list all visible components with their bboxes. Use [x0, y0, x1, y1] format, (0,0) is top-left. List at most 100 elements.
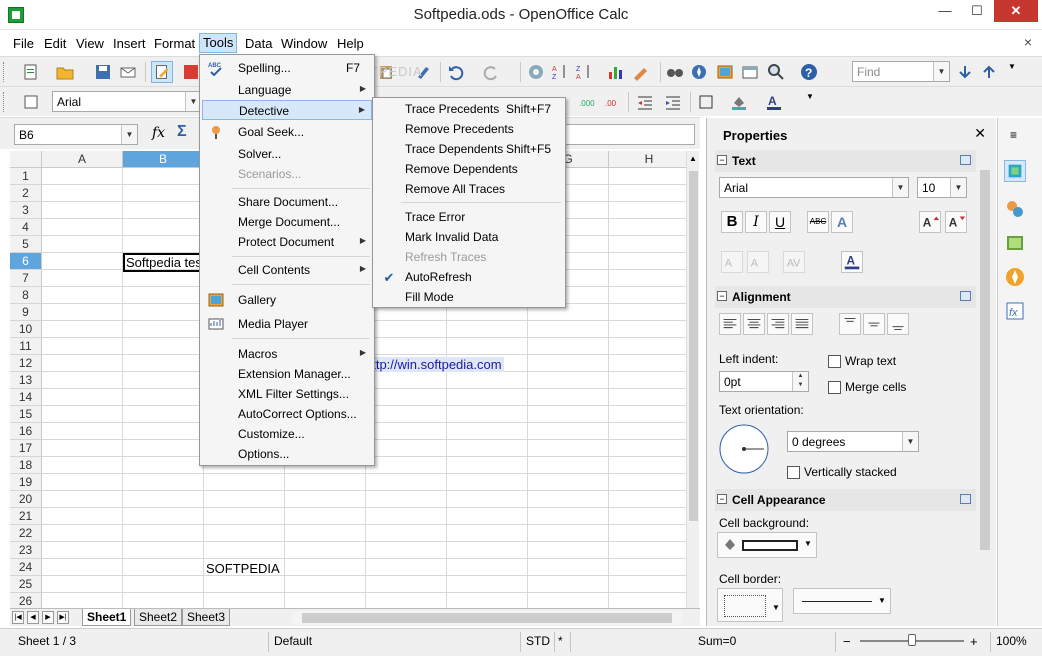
next-sheet-icon[interactable]: ▶ — [42, 611, 54, 624]
menu-item-spelling[interactable]: ABC Spelling... F7 — [202, 58, 372, 78]
align-middle-icon[interactable] — [863, 313, 885, 335]
increase-indent-icon[interactable] — [664, 93, 682, 111]
font-color-icon[interactable]: A — [765, 93, 783, 111]
menu-item-remove-precedents[interactable]: Remove Precedents — [375, 119, 563, 139]
menu-item-remove-dependents[interactable]: Remove Dependents — [375, 159, 563, 179]
chevron-down-icon[interactable]: ▼ — [804, 539, 812, 548]
scrollbar-thumb[interactable] — [980, 170, 990, 550]
menu-item-fill-mode[interactable]: Fill Mode — [375, 287, 563, 307]
sheet-tab-3[interactable]: Sheet3 — [182, 609, 231, 626]
column-header-b[interactable]: B — [123, 151, 204, 168]
menu-item-trace-error[interactable]: Trace Error — [375, 207, 563, 227]
close-document-button[interactable]: × — [1024, 34, 1032, 50]
zoom-icon[interactable] — [767, 63, 785, 81]
menu-item-media-player[interactable]: Media Player — [202, 314, 372, 334]
zoom-slider-handle[interactable] — [908, 634, 916, 646]
row-header-20[interactable]: 20 — [10, 491, 42, 508]
zoom-percent[interactable]: 100% — [996, 634, 1027, 648]
more-options-icon[interactable] — [960, 494, 971, 504]
row-header-24[interactable]: 24 — [10, 559, 42, 576]
cell-background-picker[interactable]: ▼ — [717, 532, 817, 558]
sidebar-scrollbar[interactable] — [976, 150, 994, 624]
menu-item-trace-precedents[interactable]: Trace Precedents Shift+F7 — [375, 99, 563, 119]
more-options-icon[interactable] — [960, 155, 971, 165]
align-left-icon[interactable] — [719, 313, 741, 335]
sidebar-menu-icon[interactable]: ≡ — [1010, 128, 1017, 142]
row-header-4[interactable]: 4 — [10, 219, 42, 236]
toolbar-overflow-icon[interactable]: ▼ — [1008, 62, 1018, 82]
align-bottom-icon[interactable] — [887, 313, 909, 335]
line-style-picker[interactable]: ▼ — [793, 588, 891, 614]
sidebar-font-combo[interactable]: Arial ▼ — [719, 177, 909, 198]
scrollbar-thumb[interactable] — [689, 171, 698, 521]
subscript-icon[interactable]: A — [747, 251, 769, 273]
row-header-22[interactable]: 22 — [10, 525, 42, 542]
show-draw-functions-icon[interactable] — [632, 63, 650, 81]
delete-decimal-icon[interactable]: .00 — [604, 93, 622, 111]
zoom-out-icon[interactable]: − — [843, 634, 851, 649]
functions-deck-icon[interactable]: fx — [1004, 300, 1026, 322]
menu-item-remove-all-traces[interactable]: Remove All Traces — [375, 179, 563, 199]
font-name-combo[interactable]: Arial ▼ — [52, 91, 202, 112]
menu-item-autorefresh[interactable]: ✔ AutoRefresh — [375, 267, 563, 287]
menu-item-extension-manager[interactable]: Extension Manager... — [202, 364, 372, 384]
align-top-icon[interactable] — [839, 313, 861, 335]
row-header-1[interactable]: 1 — [10, 168, 42, 185]
open-folder-icon[interactable] — [56, 63, 74, 81]
collapse-icon[interactable]: − — [717, 155, 727, 165]
row-header-6[interactable]: 6 — [10, 253, 42, 270]
redo-icon[interactable] — [482, 63, 500, 81]
column-header-h[interactable]: H — [609, 151, 686, 168]
menu-tools[interactable]: Tools — [199, 33, 238, 53]
menu-item-merge-document[interactable]: Merge Document... — [202, 212, 372, 232]
spinner-arrows-icon[interactable]: ▲ ▼ — [792, 372, 808, 391]
left-indent-spinner[interactable]: 0pt ▲ ▼ — [719, 371, 809, 392]
menu-item-trace-dependents[interactable]: Trace Dependents Shift+F5 — [375, 139, 563, 159]
menu-item-macros[interactable]: Macros ▶ — [202, 344, 372, 364]
cell-border-picker[interactable]: ▼ — [717, 588, 783, 622]
vertically-stacked-checkbox[interactable] — [787, 466, 800, 479]
row-header-17[interactable]: 17 — [10, 440, 42, 457]
align-right-icon[interactable] — [767, 313, 789, 335]
insert-chart-icon[interactable] — [607, 63, 625, 81]
function-wizard-icon[interactable]: fx — [152, 125, 165, 141]
sidebar-close-button[interactable]: ✕ — [974, 125, 986, 142]
menu-item-cell-contents[interactable]: Cell Contents ▶ — [202, 260, 372, 280]
cell-b6[interactable]: Softpedia test — [126, 255, 206, 270]
underline-button[interactable]: U — [769, 211, 791, 233]
sort-descending-icon[interactable]: ZA — [575, 63, 593, 81]
menu-item-options[interactable]: Options... — [202, 444, 372, 464]
sum-display[interactable]: Sum=0 — [698, 634, 736, 648]
cell-hyperlink[interactable]: http://win.softpedia.com — [365, 357, 504, 372]
properties-deck-icon[interactable] — [1004, 160, 1026, 182]
add-decimal-icon[interactable]: .000 — [578, 93, 596, 111]
chevron-down-icon[interactable]: ▼ — [950, 178, 966, 197]
sum-icon[interactable]: Σ — [177, 123, 187, 141]
cell-appearance-section-header[interactable]: − Cell Appearance — [715, 489, 977, 511]
email-icon[interactable] — [119, 63, 137, 81]
menu-format[interactable]: Format — [151, 35, 198, 53]
gallery-toolbar-icon[interactable] — [716, 63, 734, 81]
chevron-down-icon[interactable]: ▼ — [772, 603, 780, 612]
gallery-deck-icon[interactable] — [1004, 232, 1026, 254]
menu-item-share-document[interactable]: Share Document... — [202, 192, 372, 212]
menu-item-mark-invalid-data[interactable]: Mark Invalid Data — [375, 227, 563, 247]
save-icon[interactable] — [94, 63, 112, 81]
text-color-icon[interactable]: A — [841, 251, 863, 273]
new-document-icon[interactable] — [22, 63, 40, 81]
row-header-7[interactable]: 7 — [10, 270, 42, 287]
find-input[interactable]: Find ▼ — [852, 61, 950, 82]
alignment-section-header[interactable]: − Alignment — [715, 286, 977, 308]
scrollbar-thumb[interactable] — [302, 613, 672, 623]
row-header-10[interactable]: 10 — [10, 321, 42, 338]
name-box[interactable]: B6 ▼ — [14, 124, 138, 145]
strikethrough-button[interactable]: ABC — [807, 211, 829, 233]
find-replace-icon[interactable] — [666, 63, 684, 81]
last-sheet-icon[interactable]: ▶| — [57, 611, 69, 624]
sheet-tab-1[interactable]: Sheet1 — [82, 609, 132, 626]
column-header-a[interactable]: A — [42, 151, 123, 168]
toolbar-overflow-icon[interactable]: ▼ — [806, 92, 816, 112]
selection-mode[interactable]: STD — [526, 634, 550, 648]
row-header-3[interactable]: 3 — [10, 202, 42, 219]
chevron-down-icon[interactable]: ▼ — [121, 125, 137, 144]
